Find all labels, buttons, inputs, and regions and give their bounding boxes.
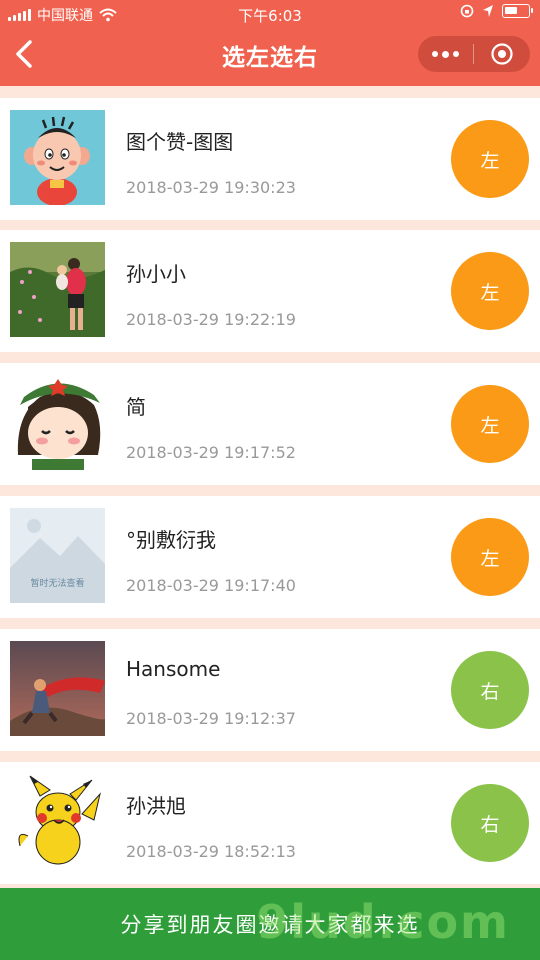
rotation-lock-icon	[460, 4, 474, 18]
photo-hero-avatar	[10, 641, 105, 736]
capsule-menu	[418, 36, 530, 72]
list-item[interactable]: 简 2018-03-29 19:17:52 左	[0, 363, 540, 485]
list-item[interactable]: 图个赞-图图 2018-03-29 19:30:23 左	[0, 98, 540, 220]
avatar	[10, 641, 105, 736]
nav-bar: 选左选右	[0, 28, 540, 80]
avatar	[10, 774, 105, 869]
choice-left-button[interactable]: 左	[451, 518, 529, 596]
item-time: 2018-03-29 18:52:13	[126, 842, 296, 861]
status-time: 下午6:03	[238, 7, 302, 25]
item-name: 图个赞-图图	[126, 130, 234, 154]
item-time: 2018-03-29 19:17:52	[126, 443, 296, 462]
cartoon-boy-avatar	[10, 110, 105, 205]
pikachu-avatar	[10, 774, 105, 869]
avatar	[10, 110, 105, 205]
status-bar: 中国联通 下午6:03	[0, 0, 540, 28]
choice-left-button[interactable]: 左	[451, 385, 529, 463]
item-name: 简	[126, 395, 146, 419]
status-right	[460, 4, 533, 18]
item-name: Hansome	[126, 657, 221, 681]
choice-right-button[interactable]: 右	[451, 651, 529, 729]
avatar: 暂时无法查看	[10, 508, 105, 603]
item-name: 孙洪旭	[126, 794, 186, 818]
header: 中国联通 下午6:03 选左选右	[0, 0, 540, 86]
placeholder-caption: 暂时无法查看	[30, 579, 85, 589]
placeholder-image: 暂时无法查看	[10, 508, 105, 603]
list-item[interactable]: 孙洪旭 2018-03-29 18:52:13 右	[0, 762, 540, 884]
close-miniprogram-icon[interactable]	[474, 42, 529, 66]
item-time: 2018-03-29 19:12:37	[126, 709, 296, 728]
battery-icon	[502, 4, 533, 18]
cartoon-soldier-girl-avatar	[10, 375, 105, 470]
avatar	[10, 375, 105, 470]
list-item[interactable]: 孙小小 2018-03-29 19:22:19 左	[0, 230, 540, 352]
item-time: 2018-03-29 19:17:40	[126, 576, 296, 595]
list-item[interactable]: 暂时无法查看 °别敷衍我 2018-03-29 19:17:40 左	[0, 496, 540, 618]
choice-left-button[interactable]: 左	[451, 120, 529, 198]
item-time: 2018-03-29 19:22:19	[126, 310, 296, 329]
more-icon[interactable]	[418, 50, 473, 58]
choice-right-button[interactable]: 右	[451, 784, 529, 862]
avatar	[10, 242, 105, 337]
location-icon	[483, 5, 493, 17]
choice-left-button[interactable]: 左	[451, 252, 529, 330]
item-name: 孙小小	[126, 262, 186, 286]
item-time: 2018-03-29 19:30:23	[126, 178, 296, 197]
photo-field-avatar	[10, 242, 105, 337]
item-name: °别敷衍我	[126, 528, 216, 552]
list-item[interactable]: Hansome 2018-03-29 19:12:37 右	[0, 629, 540, 751]
share-moments-button[interactable]: 分享到朋友圈邀请大家都来选	[0, 888, 540, 960]
